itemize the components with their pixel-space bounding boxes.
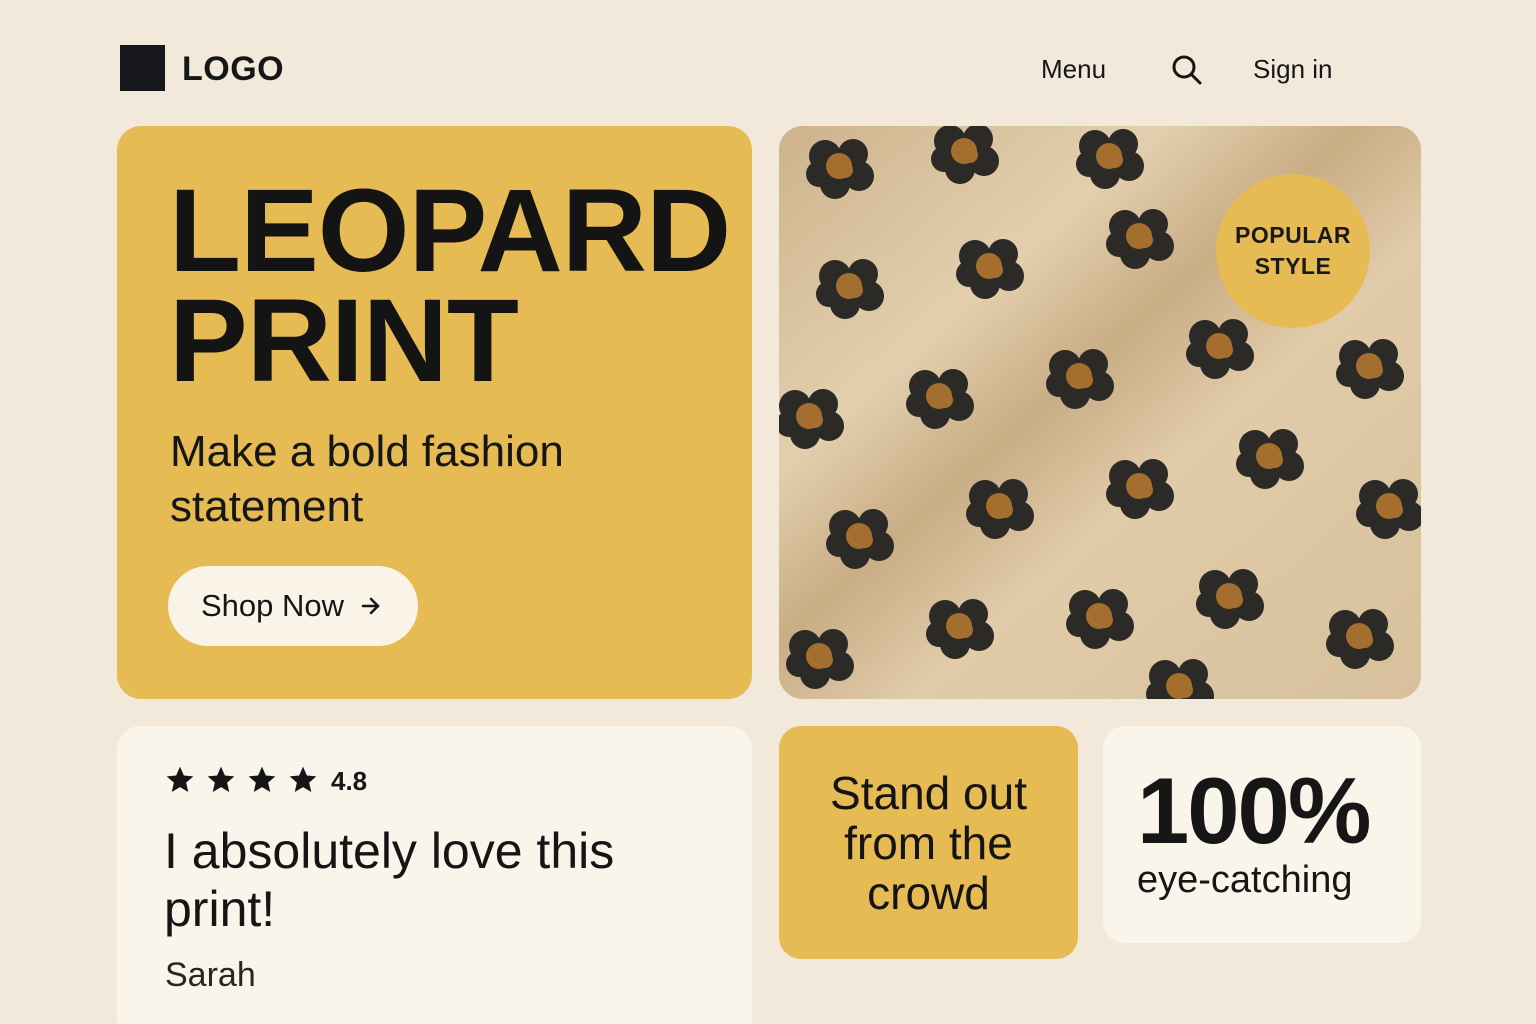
landing-page: LOGO Menu Sign in LEOPARD PRINT Make a b… bbox=[0, 0, 1536, 1024]
hero-title-line-2: PRINT bbox=[169, 275, 519, 407]
star-icon bbox=[166, 766, 194, 792]
leopard-fabric-image: POPULAR STYLE bbox=[779, 126, 1421, 699]
hero-card: LEOPARD PRINT Make a bold fashion statem… bbox=[117, 126, 752, 699]
rating-value: 4.8 bbox=[331, 766, 368, 796]
standout-text: Stand out from the crowd bbox=[830, 766, 1027, 919]
review-card: 4.8 I absolutely love this print! Sarah bbox=[117, 726, 752, 1024]
star-rating: 4.8 bbox=[164, 762, 367, 797]
logo-text[interactable]: LOGO bbox=[182, 50, 284, 89]
shop-now-button[interactable]: Shop Now bbox=[168, 566, 418, 646]
review-author: Sarah bbox=[165, 956, 256, 994]
standout-card: Stand out from the crowd bbox=[779, 726, 1078, 959]
shop-now-label: Shop Now bbox=[201, 588, 345, 623]
stat-label: eye-catching bbox=[1137, 859, 1353, 901]
badge-line-1: POPULAR bbox=[1235, 222, 1351, 248]
sign-in-link[interactable]: Sign in bbox=[1253, 54, 1333, 85]
review-quote: I absolutely love this print! bbox=[164, 823, 615, 937]
hero-subtitle: Make a bold fashion statement bbox=[170, 427, 564, 531]
stat-card: 100% eye-catching bbox=[1103, 726, 1421, 943]
star-icon bbox=[289, 766, 317, 792]
search-icon[interactable] bbox=[1170, 53, 1204, 87]
arrow-right-icon bbox=[361, 597, 380, 615]
badge-line-2: STYLE bbox=[1254, 253, 1332, 279]
star-icon bbox=[207, 766, 235, 792]
stat-value: 100% bbox=[1137, 758, 1371, 863]
star-icon bbox=[248, 766, 276, 792]
hero-title-line-1: LEOPARD bbox=[169, 165, 731, 297]
menu-link[interactable]: Menu bbox=[1041, 54, 1106, 85]
hero-title: LEOPARD PRINT bbox=[169, 165, 731, 407]
logo-square-icon[interactable] bbox=[120, 45, 165, 91]
popular-style-badge: POPULAR STYLE bbox=[1216, 174, 1370, 328]
